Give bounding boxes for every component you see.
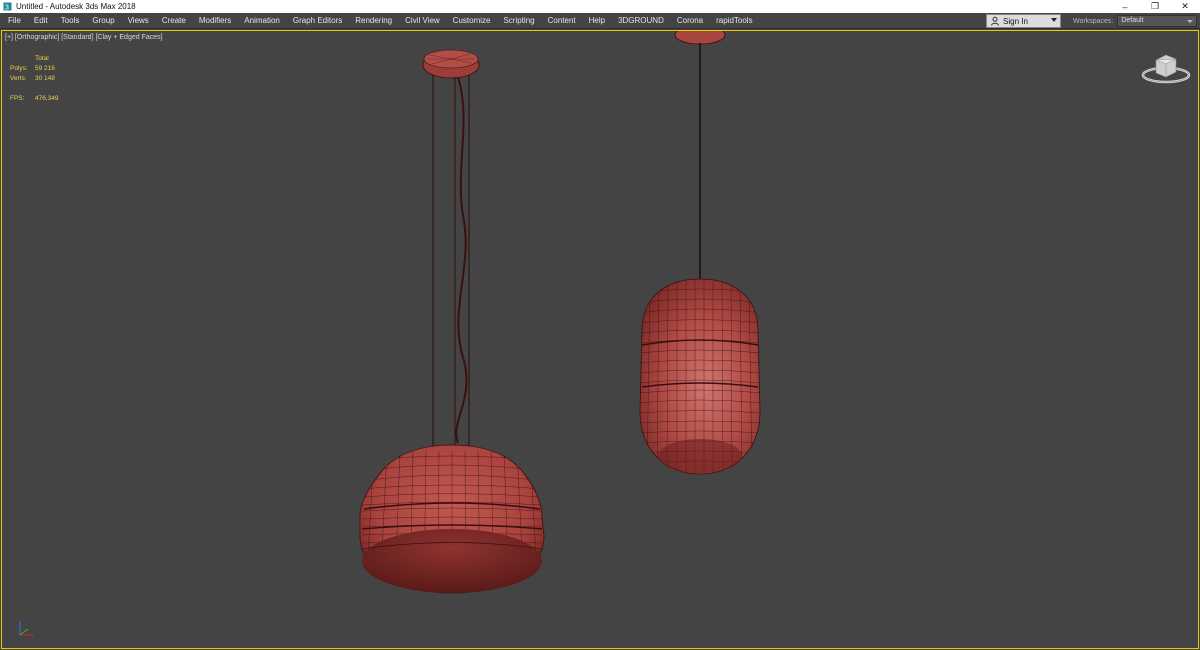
chevron-down-icon — [1187, 20, 1194, 23]
menu-item-tools[interactable]: Tools — [55, 13, 87, 29]
minimize-button[interactable]: – — [1110, 0, 1140, 13]
window-controls: – ❐ ✕ — [1110, 0, 1200, 13]
menu-item-group[interactable]: Group — [86, 13, 121, 29]
stats-polys-row: Polys: 59 216 — [10, 64, 59, 74]
menu-item-content[interactable]: Content — [542, 13, 583, 29]
perspective-viewport[interactable]: [+] [Orthographic] [Standard] [Clay + Ed… — [1, 30, 1199, 649]
menu-items: File Edit Tools Group Views Create Modifiers An… — [0, 13, 760, 29]
menu-item-views[interactable]: Views — [122, 13, 156, 29]
menu-item-graph-editors[interactable]: Graph Editors — [287, 13, 349, 29]
close-button[interactable]: ✕ — [1170, 0, 1200, 13]
stats-verts-value: 30 148 — [35, 75, 55, 82]
stats-verts-row: Verts: 30 148 — [10, 74, 59, 84]
statistics-overlay: Total Polys: 59 216 Verts: 30 148 FPS: 4… — [10, 54, 59, 104]
chevron-down-icon — [1051, 18, 1057, 22]
restore-button[interactable]: ❐ — [1140, 0, 1170, 13]
window-title: Untitled - Autodesk 3ds Max 2018 — [16, 2, 136, 11]
app-icon: 3 — [3, 2, 12, 11]
left-lamp[interactable] — [359, 49, 545, 594]
axis-tripod-icon — [12, 615, 40, 643]
workspaces-select[interactable]: Default — [1117, 15, 1198, 27]
menu-item-scripting[interactable]: Scripting — [497, 13, 541, 29]
stats-fps-row: FPS: 476,349 — [10, 94, 59, 104]
menu-item-rendering[interactable]: Rendering — [349, 13, 399, 29]
menu-item-file[interactable]: File — [2, 13, 28, 29]
menu-item-3dground[interactable]: 3DGROUND — [612, 13, 671, 29]
menu-item-edit[interactable]: Edit — [28, 13, 55, 29]
menu-item-animation[interactable]: Animation — [238, 13, 287, 29]
stats-fps-label: FPS: — [10, 95, 25, 102]
stats-polys-label: Polys: — [10, 65, 28, 72]
menu-item-help[interactable]: Help — [583, 13, 612, 29]
viewcube-icon[interactable] — [1140, 50, 1192, 86]
stats-total-header: Total — [35, 55, 49, 62]
sign-in-label: Sign In — [1003, 16, 1028, 26]
menu-item-customize[interactable]: Customize — [447, 13, 498, 29]
sign-in-dropdown[interactable]: Sign In — [986, 14, 1061, 28]
svg-text:3: 3 — [5, 5, 9, 12]
workspaces-control: Workspaces: Default — [1073, 13, 1198, 29]
scene-canvas[interactable] — [2, 31, 1200, 650]
stats-fps-value: 476,349 — [35, 95, 59, 102]
menu-item-corona[interactable]: Corona — [671, 13, 710, 29]
menu-item-rapidtools[interactable]: rapidTools — [710, 13, 759, 29]
title-bar: 3 Untitled - Autodesk 3ds Max 2018 – ❐ ✕ — [0, 0, 1200, 13]
menu-item-civil-view[interactable]: Civil View — [399, 13, 447, 29]
viewport-label[interactable]: [+] [Orthographic] [Standard] [Clay + Ed… — [5, 34, 163, 41]
workspaces-label: Workspaces: — [1073, 17, 1114, 25]
workspaces-value: Default — [1121, 17, 1144, 24]
user-icon — [990, 16, 1000, 26]
stats-verts-label: Verts: — [10, 75, 27, 82]
stats-polys-value: 59 216 — [35, 65, 55, 72]
right-lamp[interactable] — [638, 31, 762, 476]
menu-item-modifiers[interactable]: Modifiers — [193, 13, 238, 29]
menu-bar: File Edit Tools Group Views Create Modifiers An… — [0, 13, 1200, 29]
menu-item-create[interactable]: Create — [156, 13, 193, 29]
